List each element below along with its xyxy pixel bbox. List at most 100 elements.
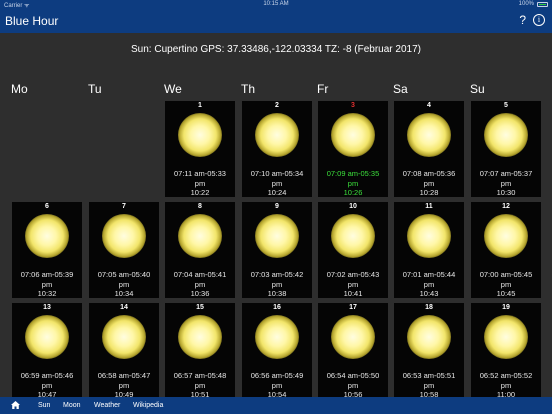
sun-times: 06:56 am-05:49 pm	[242, 371, 312, 390]
rise-set-time: 07:07 am-05:37	[479, 169, 533, 178]
day-number: 18	[425, 304, 433, 311]
weekday-label: Su	[470, 82, 485, 96]
rise-set-time: 07:05 am-05:40	[97, 270, 151, 279]
battery-fill	[539, 4, 546, 5]
day-number: 10	[349, 203, 357, 210]
rise-set-time: 07:02 am-05:43	[326, 270, 380, 279]
sun-icon	[102, 315, 146, 359]
pm-label: pm	[347, 380, 359, 390]
day-cell[interactable]: 8 07:04 am-05:41 pm 10:36	[165, 202, 235, 298]
sun-times: 07:06 am-05:39 pm	[12, 270, 82, 289]
day-cell[interactable]: 15 06:57 am-05:48 pm 10:51	[165, 303, 235, 399]
weekday-label: We	[164, 82, 182, 96]
rise-set-time: 07:01 am-05:44	[402, 270, 456, 279]
pm-label: pm	[500, 380, 512, 390]
rise-set-time: 06:56 am-05:49	[250, 371, 304, 380]
weekday-label: Mo	[11, 82, 28, 96]
sun-icon	[255, 113, 299, 157]
day-length: 10:34	[114, 289, 134, 298]
day-cell[interactable]: 12 07:00 am-05:45 pm 10:45	[471, 202, 541, 298]
help-button[interactable]: ?	[519, 13, 526, 27]
pm-label: pm	[271, 279, 283, 289]
day-number: 5	[504, 102, 508, 109]
day-number: 13	[43, 304, 51, 311]
day-length: 10:28	[419, 188, 439, 197]
sun-icon	[178, 315, 222, 359]
day-length: 10:32	[37, 289, 57, 298]
tab-bar: Sun Moon Weather Wikipedia	[0, 397, 552, 414]
sun-times: 07:07 am-05:37 pm	[471, 169, 541, 188]
pm-label: pm	[347, 178, 359, 188]
sun-times: 07:10 am-05:34 pm	[242, 169, 312, 188]
day-number: 1	[198, 102, 202, 109]
day-cell[interactable]: 7 07:05 am-05:40 pm 10:34	[89, 202, 159, 298]
day-number: 16	[273, 304, 281, 311]
battery-percent: 100%	[518, 1, 534, 7]
pm-label: pm	[194, 380, 206, 390]
rise-set-time: 06:52 am-05:52	[479, 371, 533, 380]
day-cell[interactable]: 3 07:09 am-05:35 pm 10:26	[318, 101, 388, 197]
sun-icon	[407, 315, 451, 359]
pm-label: pm	[271, 380, 283, 390]
day-cell[interactable]: 1 07:11 am-05:33 pm 10:22	[165, 101, 235, 197]
tab-wikipedia[interactable]: Wikipedia	[133, 402, 163, 409]
home-icon[interactable]	[11, 401, 20, 409]
sun-icon	[102, 214, 146, 258]
day-cell[interactable]: 19 06:52 am-05:52 pm 11:00	[471, 303, 541, 399]
sun-times: 07:01 am-05:44 pm	[394, 270, 464, 289]
rise-set-time: 07:04 am-05:41	[173, 270, 227, 279]
day-length: 10:22	[190, 188, 210, 197]
sun-icon	[178, 113, 222, 157]
weekday-label: Th	[241, 82, 256, 96]
pm-label: pm	[41, 380, 53, 390]
rise-set-time: 07:03 am-05:42	[250, 270, 304, 279]
nav-bar: Blue Hour ? i	[0, 10, 552, 33]
rise-set-time: 06:54 am-05:50	[326, 371, 380, 380]
day-cell[interactable]: 5 07:07 am-05:37 pm 10:30	[471, 101, 541, 197]
battery-icon	[537, 2, 548, 7]
tab-weather[interactable]: Weather	[94, 402, 120, 409]
sun-times: 07:03 am-05:42 pm	[242, 270, 312, 289]
day-number: 9	[275, 203, 279, 210]
sun-icon	[178, 214, 222, 258]
sun-times: 06:57 am-05:48 pm	[165, 371, 235, 390]
weekday-label: Fr	[317, 82, 329, 96]
day-cell[interactable]: 6 07:06 am-05:39 pm 10:32	[12, 202, 82, 298]
day-number: 7	[122, 203, 126, 210]
day-cell[interactable]: 18 06:53 am-05:51 pm 10:58	[394, 303, 464, 399]
day-number: 8	[198, 203, 202, 210]
day-cell[interactable]: 14 06:58 am-05:47 pm 10:49	[89, 303, 159, 399]
pm-label: pm	[500, 178, 512, 188]
day-cell[interactable]: 11 07:01 am-05:44 pm 10:43	[394, 202, 464, 298]
sun-icon	[25, 315, 69, 359]
info-icon[interactable]: i	[533, 14, 545, 26]
sun-icon	[331, 315, 375, 359]
day-cell[interactable]: 9 07:03 am-05:42 pm 10:38	[242, 202, 312, 298]
rise-set-time: 07:09 am-05:35	[326, 169, 380, 178]
day-number: 3	[351, 102, 355, 109]
sun-icon	[484, 315, 528, 359]
day-cell[interactable]: 17 06:54 am-05:50 pm 10:56	[318, 303, 388, 399]
pm-label: pm	[423, 380, 435, 390]
rise-set-time: 07:00 am-05:45	[479, 270, 533, 279]
day-cell[interactable]: 16 06:56 am-05:49 pm 10:54	[242, 303, 312, 399]
tab-moon[interactable]: Moon	[63, 402, 81, 409]
day-cell[interactable]: 4 07:08 am-05:36 pm 10:28	[394, 101, 464, 197]
sun-icon	[484, 113, 528, 157]
day-number: 15	[196, 304, 204, 311]
sun-times: 07:08 am-05:36 pm	[394, 169, 464, 188]
sun-times: 06:58 am-05:47 pm	[89, 371, 159, 390]
day-cell[interactable]: 13 06:59 am-05:46 pm 10:47	[12, 303, 82, 399]
sun-times: 07:05 am-05:40 pm	[89, 270, 159, 289]
sun-times: 07:09 am-05:35 pm	[318, 169, 388, 188]
day-cell[interactable]: 2 07:10 am-05:34 pm 10:24	[242, 101, 312, 197]
day-number: 11	[425, 203, 433, 210]
sun-icon	[331, 214, 375, 258]
day-length: 10:30	[496, 188, 516, 197]
pm-label: pm	[423, 279, 435, 289]
day-length: 10:45	[496, 289, 516, 298]
tab-sun[interactable]: Sun	[38, 402, 50, 409]
pm-label: pm	[41, 279, 53, 289]
pm-label: pm	[500, 279, 512, 289]
day-cell[interactable]: 10 07:02 am-05:43 pm 10:41	[318, 202, 388, 298]
